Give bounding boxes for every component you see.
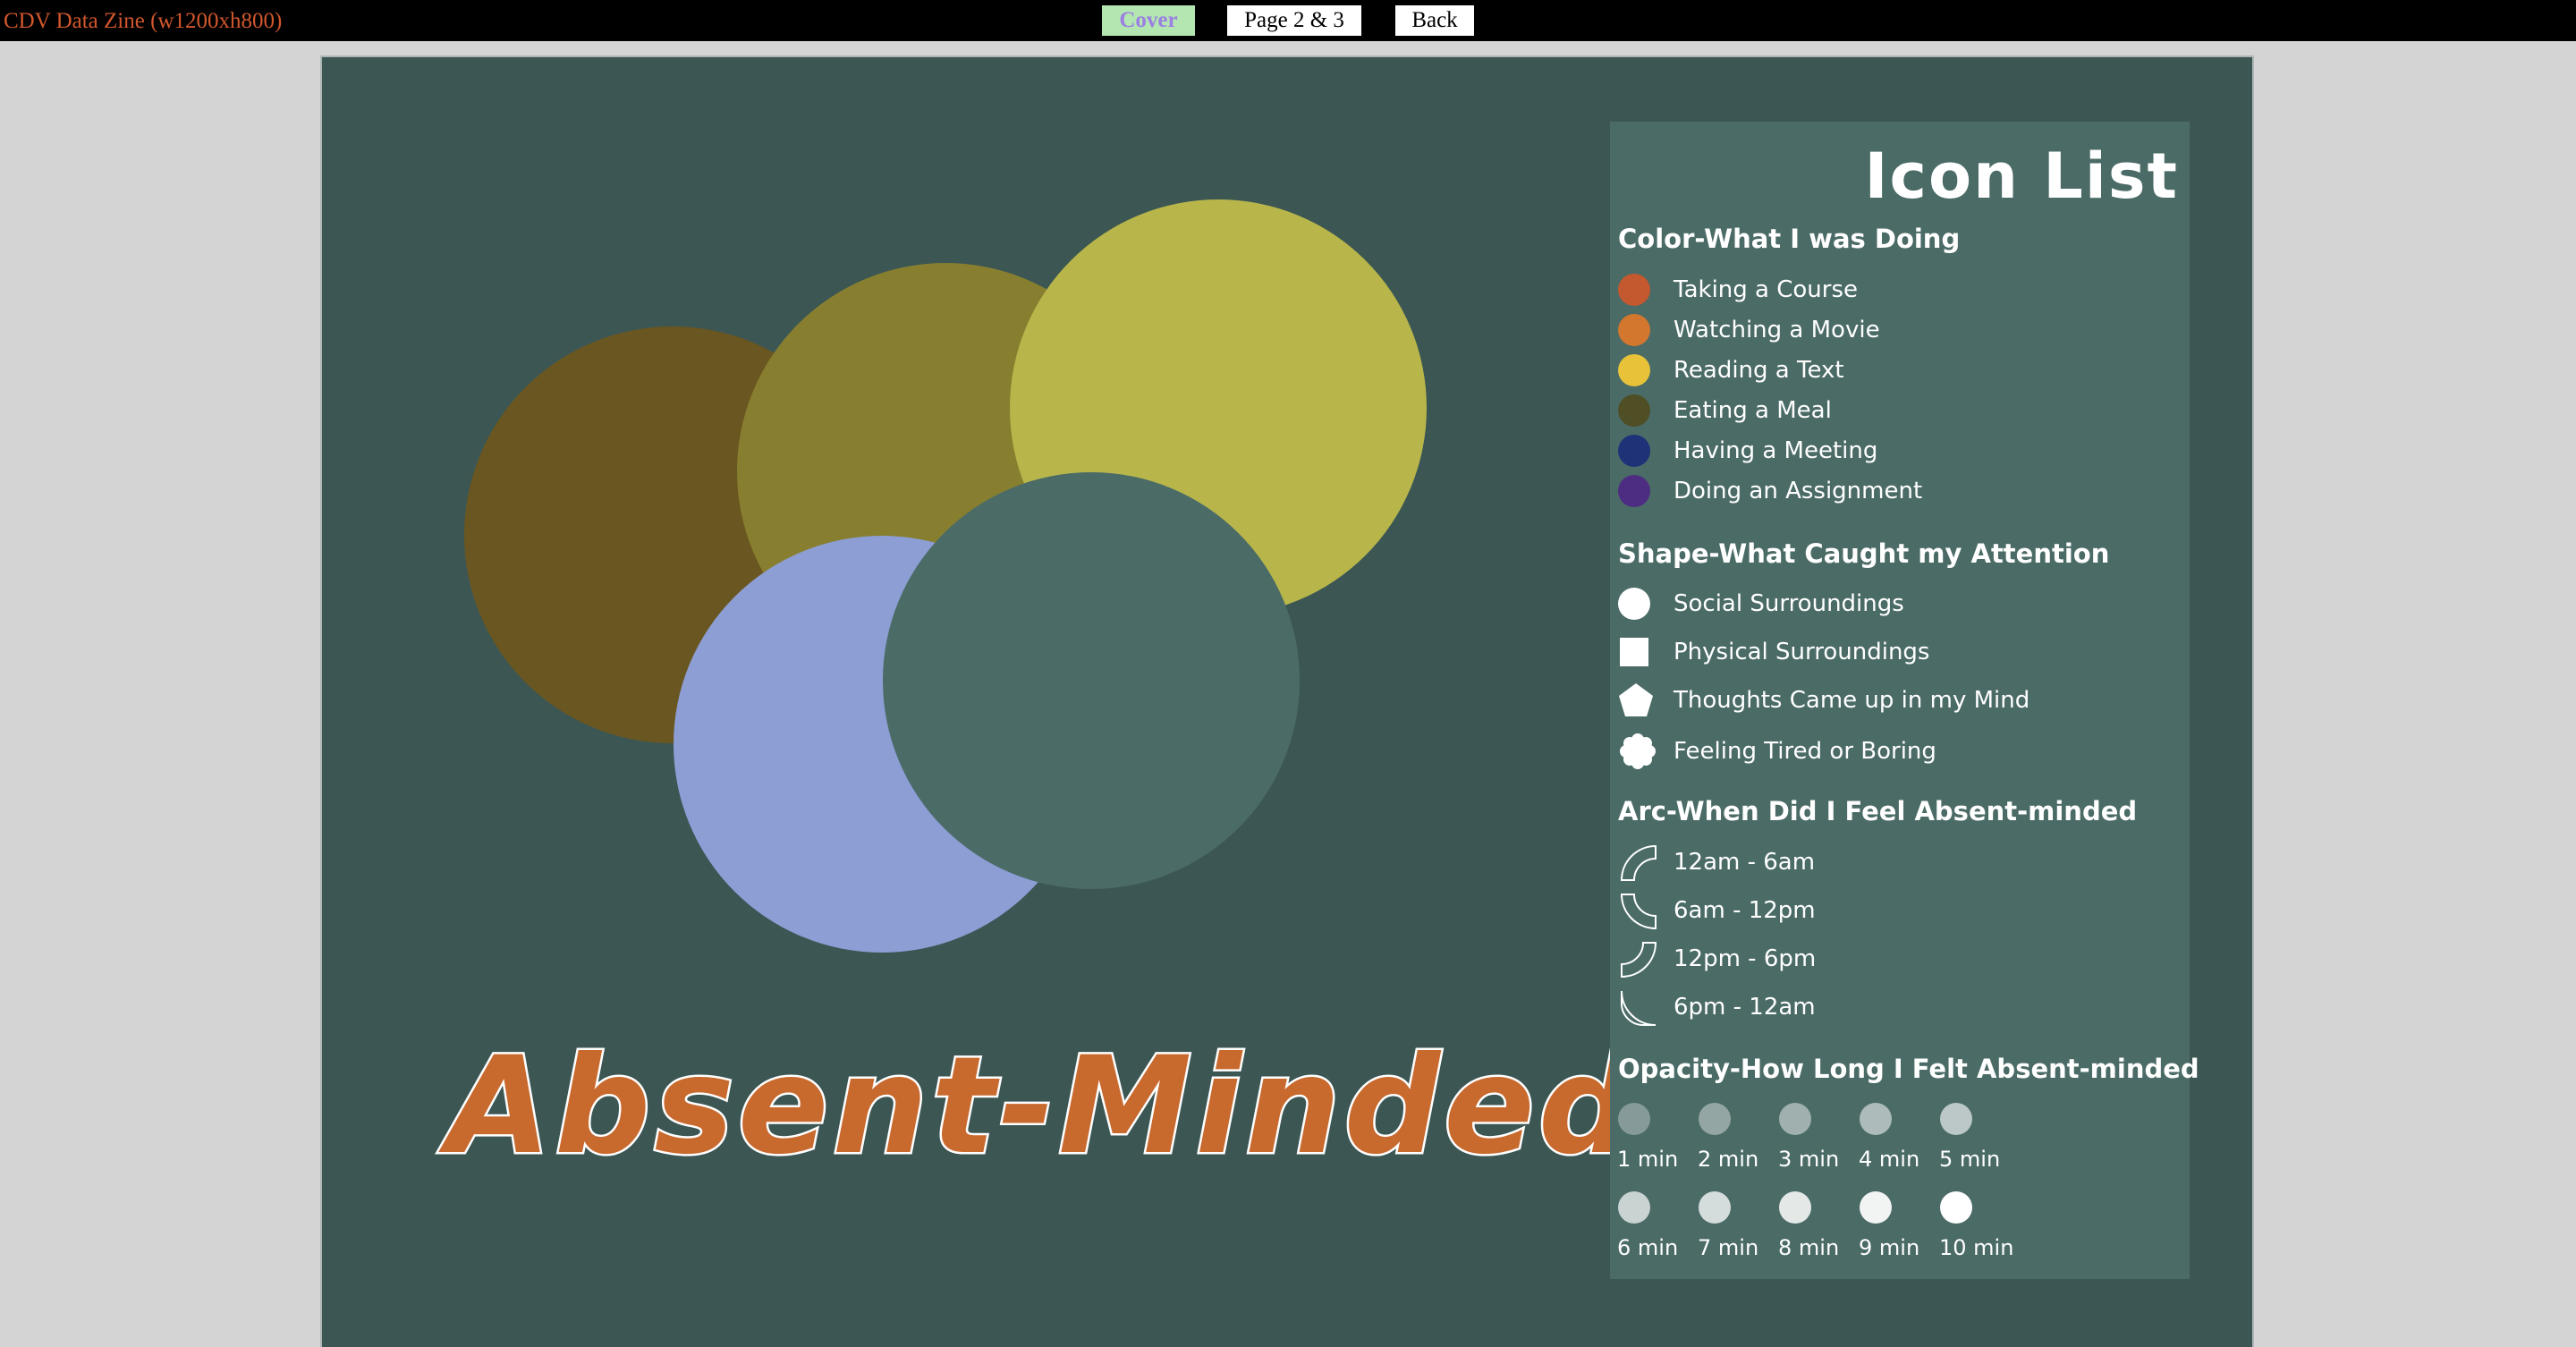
legend-item-physical: Physical Surroundings bbox=[1618, 634, 1929, 670]
legend-item-12pm-6pm: 12pm - 6pm bbox=[1618, 941, 1816, 978]
color-swatch-icon bbox=[1618, 435, 1650, 467]
page-2-3-button[interactable]: Page 2 & 3 bbox=[1227, 5, 1361, 36]
opacity-dot-icon bbox=[1699, 1191, 1731, 1224]
legend-label: Eating a Meal bbox=[1674, 397, 1832, 424]
app-title: CDV Data Zine (w1200xh800) bbox=[4, 9, 283, 33]
opacity-dot-icon bbox=[1618, 1103, 1650, 1135]
opacity-dot-icon bbox=[1940, 1191, 1972, 1224]
color-swatch-icon bbox=[1618, 394, 1650, 427]
cover-title: Absent-Minded bbox=[445, 1027, 1639, 1187]
color-swatch-icon bbox=[1618, 475, 1650, 507]
opacity-dot-icon bbox=[1860, 1103, 1892, 1135]
arc-section-heading: Arc-When Did I Feel Absent-minded bbox=[1618, 796, 2138, 826]
legend-label: Doing an Assignment bbox=[1674, 478, 1923, 504]
legend-label: 12am - 6am bbox=[1674, 849, 1816, 876]
legend-label: Feeling Tired or Boring bbox=[1674, 738, 1936, 765]
legend-item-tired: Feeling Tired or Boring bbox=[1618, 733, 1936, 769]
opacity-label: 10 min bbox=[1939, 1235, 2014, 1260]
opacity-label: 8 min bbox=[1778, 1235, 1840, 1260]
opacity-dot-icon bbox=[1779, 1103, 1811, 1135]
legend-label: 6am - 12pm bbox=[1674, 897, 1816, 924]
legend-item-6am-12pm: 6am - 12pm bbox=[1618, 893, 1816, 930]
top-bar: CDV Data Zine (w1200xh800) Cover Page 2 … bbox=[0, 0, 2576, 41]
opacity-label: 9 min bbox=[1859, 1235, 1920, 1260]
opacity-dot-icon bbox=[1699, 1103, 1731, 1135]
opacity-label: 4 min bbox=[1859, 1147, 1920, 1172]
legend-label: Having a Meeting bbox=[1674, 437, 1878, 464]
opacity-section-heading: Opacity-How Long I Felt Absent-minded bbox=[1618, 1054, 2199, 1084]
color-swatch-icon bbox=[1618, 274, 1650, 306]
arc-left-icon bbox=[1621, 990, 1657, 1026]
legend-item-doing-assignment: Doing an Assignment bbox=[1618, 473, 1922, 509]
legend-label: Watching a Movie bbox=[1674, 317, 1880, 343]
legend-item-reading-text: Reading a Text bbox=[1618, 352, 1844, 388]
pentagon-icon bbox=[1619, 683, 1653, 716]
square-icon bbox=[1620, 638, 1648, 666]
legend-item-social: Social Surroundings bbox=[1618, 586, 1904, 622]
legend-label: Social Surroundings bbox=[1674, 590, 1904, 617]
legend-item-12am-6am: 12am - 6am bbox=[1618, 844, 1815, 881]
cover-button[interactable]: Cover bbox=[1102, 5, 1195, 36]
color-swatch-icon bbox=[1618, 354, 1650, 386]
legend-item-6pm-12am: 6pm - 12am bbox=[1618, 989, 1816, 1026]
back-button[interactable]: Back bbox=[1395, 5, 1474, 36]
opacity-dot-icon bbox=[1779, 1191, 1811, 1224]
legend-item-taking-course: Taking a Course bbox=[1618, 272, 1858, 308]
legend-label: Thoughts Came up in my Mind bbox=[1674, 687, 2030, 714]
legend-label: Taking a Course bbox=[1674, 276, 1859, 303]
legend-label: 6pm - 12am bbox=[1674, 994, 1816, 1021]
opacity-dot-icon bbox=[1618, 1191, 1650, 1224]
legend-label: Reading a Text bbox=[1674, 357, 1844, 384]
opacity-label: 1 min bbox=[1617, 1147, 1679, 1172]
icon-list-panel: Icon List Color-What I was Doing Taking … bbox=[1610, 122, 2199, 1279]
opacity-label: 2 min bbox=[1698, 1147, 1759, 1172]
arc-top-left-icon bbox=[1620, 844, 1657, 881]
panel-title: Icon List bbox=[1864, 140, 2179, 213]
color-section-heading: Color-What I was Doing bbox=[1618, 224, 1961, 254]
legend-label: Physical Surroundings bbox=[1674, 639, 1930, 665]
legend-item-eating-meal: Eating a Meal bbox=[1618, 393, 1832, 428]
arc-bottom-left-icon bbox=[1620, 894, 1657, 930]
opacity-dot-icon bbox=[1940, 1103, 1972, 1135]
legend-label: 12pm - 6pm bbox=[1674, 945, 1817, 972]
opacity-label: 6 min bbox=[1617, 1235, 1679, 1260]
flower-icon bbox=[1620, 733, 1656, 769]
opacity-label: 5 min bbox=[1939, 1147, 2001, 1172]
color-swatch-icon bbox=[1618, 314, 1650, 346]
opacity-label: 3 min bbox=[1778, 1147, 1840, 1172]
shape-section-heading: Shape-What Caught my Attention bbox=[1618, 538, 2110, 569]
circle-icon bbox=[1618, 588, 1650, 620]
opacity-dot-icon bbox=[1860, 1191, 1892, 1224]
legend-item-having-meeting: Having a Meeting bbox=[1618, 433, 1877, 469]
opacity-label: 7 min bbox=[1698, 1235, 1759, 1260]
legend-item-thoughts: Thoughts Came up in my Mind bbox=[1618, 682, 2029, 718]
legend-item-watching-movie: Watching a Movie bbox=[1618, 312, 1880, 348]
arc-bottom-left-icon bbox=[1621, 942, 1657, 978]
